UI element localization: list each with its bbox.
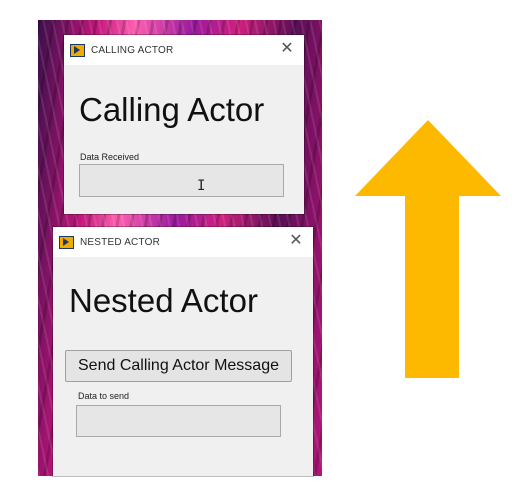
data-received-label: Data Received xyxy=(80,152,140,162)
nested-actor-heading: Nested Actor xyxy=(69,282,258,319)
window-title: CALLING ACTOR xyxy=(91,44,174,56)
nested-actor-titlebar[interactable]: NESTED ACTOR ✕ xyxy=(53,227,313,257)
up-arrow-icon xyxy=(355,120,501,378)
data-to-send-label: Data to send xyxy=(78,391,130,401)
calling-actor-titlebar[interactable]: CALLING ACTOR ✕ xyxy=(64,35,304,65)
labview-app-icon xyxy=(59,235,74,249)
close-icon[interactable]: ✕ xyxy=(287,232,305,250)
data-received-field[interactable] xyxy=(79,164,284,197)
close-icon[interactable]: ✕ xyxy=(278,40,296,58)
nested-actor-window: NESTED ACTOR ✕ Nested Actor Send Calling… xyxy=(53,227,313,476)
window-title: NESTED ACTOR xyxy=(80,236,161,248)
calling-actor-window: CALLING ACTOR ✕ Calling Actor Data Recei… xyxy=(64,35,304,214)
labview-app-icon xyxy=(70,43,85,57)
calling-actor-heading: Calling Actor xyxy=(79,91,265,128)
send-calling-actor-message-button[interactable]: Send Calling Actor Message xyxy=(65,350,292,382)
data-to-send-field[interactable] xyxy=(76,405,281,437)
text-cursor-icon: I xyxy=(197,178,206,194)
